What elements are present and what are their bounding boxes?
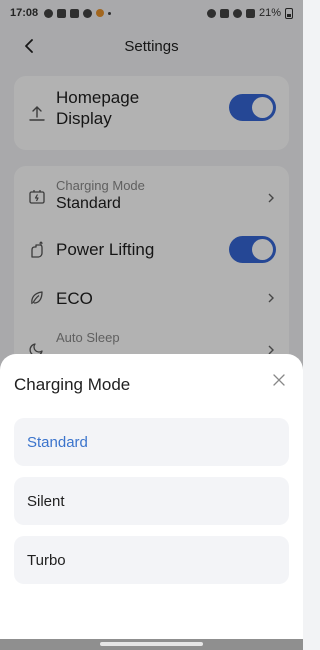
option-silent[interactable]: Silent <box>14 477 289 525</box>
close-button[interactable] <box>271 372 287 388</box>
option-standard[interactable]: Standard <box>14 418 289 466</box>
home-handle[interactable] <box>100 642 203 646</box>
close-icon <box>273 374 285 386</box>
system-nav-bar <box>0 639 303 650</box>
option-turbo[interactable]: Turbo <box>14 536 289 584</box>
charging-mode-sheet: Charging Mode Standard Silent Turbo <box>0 354 303 639</box>
sheet-title: Charging Mode <box>14 375 131 394</box>
